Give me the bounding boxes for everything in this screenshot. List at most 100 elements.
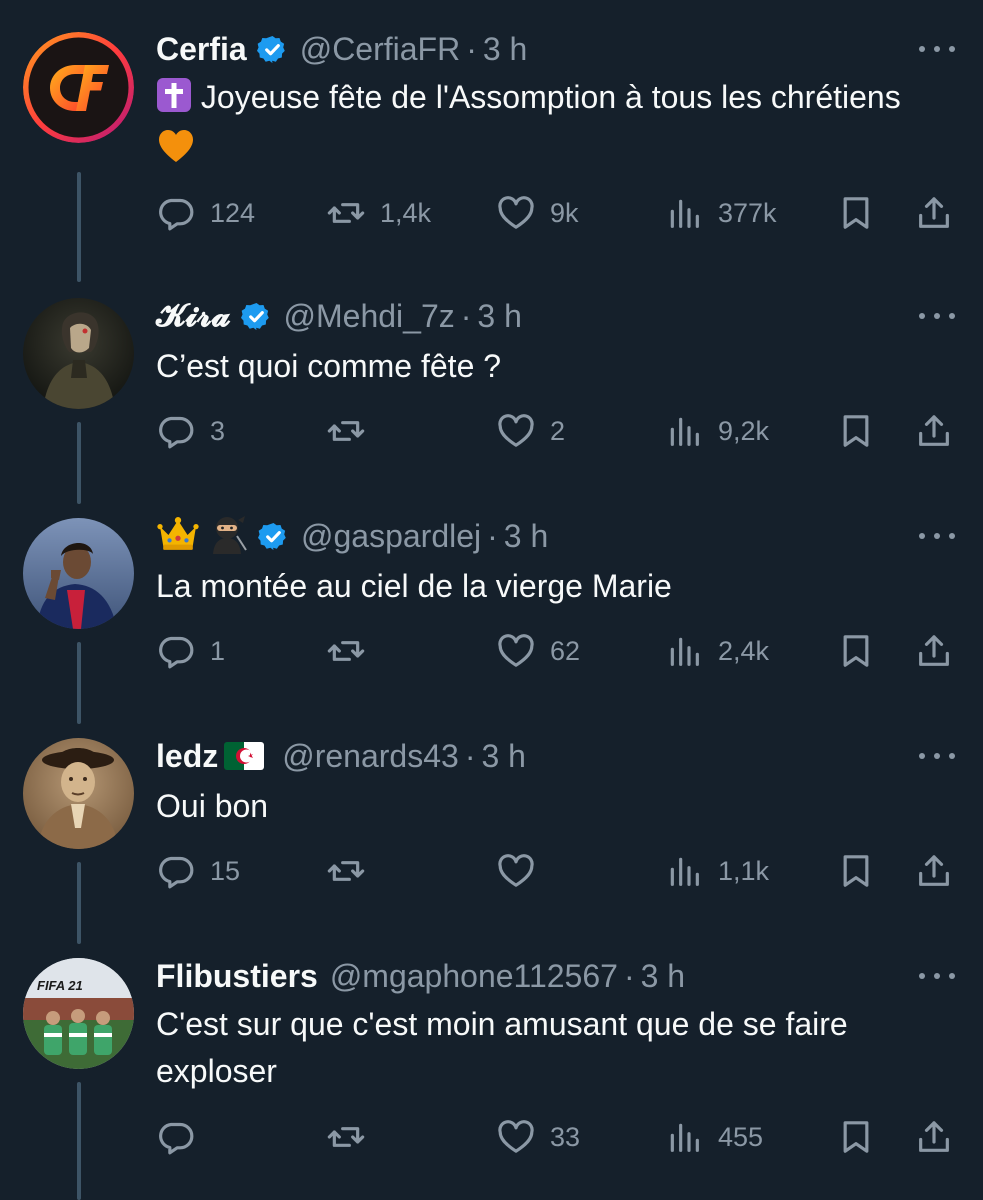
avatar-overlay-text: FIFA 21 xyxy=(37,978,83,993)
reply-button[interactable]: 1 xyxy=(156,631,225,671)
heart-icon xyxy=(498,634,534,667)
handle[interactable]: @gaspardlej xyxy=(301,518,481,555)
tweet-actions: 124 1,4k 9k 377k xyxy=(156,193,956,233)
like-count: 62 xyxy=(550,635,581,666)
tweet-actions: 15 1,1k xyxy=(156,851,956,891)
anime-character-avatar xyxy=(23,298,134,409)
tweet[interactable]: FIFA 21 Flibustiers @mgaphone112567 · 3 … xyxy=(0,953,983,1183)
views-button[interactable]: 9,2k xyxy=(664,411,769,451)
reply-count: 15 xyxy=(210,855,241,886)
tweet-text-content: C'est sur que c'est moin amusant que de … xyxy=(156,1006,848,1089)
share-icon xyxy=(919,197,949,228)
more-options-icon[interactable] xyxy=(919,34,955,64)
verified-badge-icon xyxy=(258,521,289,552)
more-options-icon[interactable] xyxy=(919,521,955,551)
tweet[interactable]: ledz @renards43 · 3 h Oui bon 15 1,1k xyxy=(0,733,983,913)
share-button[interactable] xyxy=(914,851,954,891)
tweet-text: Oui bon xyxy=(156,783,926,830)
views-button[interactable]: 1,1k xyxy=(664,851,769,891)
latin-cross-emoji xyxy=(156,77,192,126)
retweet-button[interactable] xyxy=(326,411,380,451)
heart-icon xyxy=(498,196,534,229)
like-button[interactable]: 9k xyxy=(496,193,579,233)
views-button[interactable]: 377k xyxy=(664,193,777,233)
analytics-icon xyxy=(670,637,699,666)
view-count: 1,1k xyxy=(718,855,770,886)
avatar[interactable] xyxy=(23,298,134,409)
reply-button[interactable]: 15 xyxy=(156,851,240,891)
like-button[interactable]: 2 xyxy=(496,411,565,451)
like-button[interactable]: 62 xyxy=(496,631,580,671)
share-icon xyxy=(919,415,949,446)
separator-dot: · xyxy=(466,30,477,67)
reply-button[interactable]: 3 xyxy=(156,411,225,451)
display-name[interactable]: 𝓚𝓲𝓻𝓪 xyxy=(156,297,231,335)
tweet-text-content: La montée au ciel de la vierge Marie xyxy=(156,568,672,604)
tweet-text-content: Joyeuse fête de l'Assomption à tous les … xyxy=(200,79,901,115)
view-count: 2,4k xyxy=(718,635,770,666)
share-button[interactable] xyxy=(914,1117,954,1157)
ninja-emoji xyxy=(206,514,248,559)
bookmark-button[interactable] xyxy=(836,631,876,671)
retweet-icon xyxy=(327,1127,365,1147)
retweet-icon xyxy=(327,421,365,441)
reply-button[interactable] xyxy=(156,1117,210,1157)
timestamp[interactable]: 3 h xyxy=(641,958,685,995)
like-count: 33 xyxy=(550,1121,581,1152)
tweet[interactable]: @gaspardlej · 3 h La montée au ciel de l… xyxy=(0,513,983,693)
separator-dot: · xyxy=(460,297,472,334)
views-button[interactable]: 2,4k xyxy=(664,631,769,671)
avatar[interactable] xyxy=(23,32,134,143)
tweet-text: La montée au ciel de la vierge Marie xyxy=(156,563,926,610)
analytics-icon xyxy=(670,417,699,446)
reply-icon xyxy=(159,1122,194,1155)
timestamp[interactable]: 3 h xyxy=(504,518,548,555)
views-button[interactable]: 455 xyxy=(664,1117,763,1157)
like-button[interactable] xyxy=(496,851,550,891)
like-count: 2 xyxy=(550,415,566,446)
retweet-icon xyxy=(327,641,365,661)
bookmark-button[interactable] xyxy=(836,851,876,891)
reply-button[interactable]: 124 xyxy=(156,193,255,233)
verified-badge-icon xyxy=(256,34,288,65)
avatar[interactable] xyxy=(23,738,134,849)
share-button[interactable] xyxy=(914,411,954,451)
reply-icon xyxy=(159,636,194,669)
more-options-icon[interactable] xyxy=(919,961,955,991)
handle[interactable]: @Mehdi_7z xyxy=(284,298,455,335)
tweet-header: 𝓚𝓲𝓻𝓪 @Mehdi_7z · 3 h xyxy=(156,293,522,339)
more-options-icon[interactable] xyxy=(919,301,955,331)
display-name[interactable]: ledz xyxy=(156,738,218,775)
bookmark-button[interactable] xyxy=(836,193,876,233)
handle[interactable]: @CerfiaFR xyxy=(300,31,461,68)
display-name[interactable]: Cerfia xyxy=(156,31,247,68)
timestamp[interactable]: 3 h xyxy=(477,298,521,335)
retweet-button[interactable] xyxy=(326,851,380,891)
timestamp[interactable]: 3 h xyxy=(481,738,525,775)
like-button[interactable]: 33 xyxy=(496,1117,580,1157)
retweet-count: 1,4k xyxy=(380,197,432,228)
handle[interactable]: @renards43 xyxy=(282,738,459,775)
retweet-button[interactable]: 1,4k xyxy=(326,193,431,233)
tweet[interactable]: 𝓚𝓲𝓻𝓪 @Mehdi_7z · 3 h C’est quoi comme fê… xyxy=(0,293,983,473)
avatar[interactable]: FIFA 21 xyxy=(23,958,134,1069)
crown-emoji xyxy=(156,516,200,557)
display-name[interactable]: Flibustiers xyxy=(156,958,318,995)
retweet-button[interactable] xyxy=(326,631,380,671)
more-options-icon[interactable] xyxy=(919,741,955,771)
separator-dot: · xyxy=(464,737,476,774)
bookmark-button[interactable] xyxy=(836,1117,876,1157)
handle[interactable]: @mgaphone112567 xyxy=(330,958,618,995)
bookmark-button[interactable] xyxy=(836,411,876,451)
share-button[interactable] xyxy=(914,631,954,671)
reply-count: 3 xyxy=(210,415,226,446)
football-player-avatar xyxy=(23,518,134,629)
retweet-button[interactable] xyxy=(326,1117,380,1157)
tweet[interactable]: Cerfia @CerfiaFR · 3 h Joyeuse fête de l… xyxy=(0,26,983,246)
share-button[interactable] xyxy=(914,193,954,233)
cerfia-logo xyxy=(23,32,134,143)
tweet-text: Joyeuse fête de l'Assomption à tous les … xyxy=(156,74,926,178)
separator-dot: · xyxy=(487,517,498,554)
avatar[interactable] xyxy=(23,518,134,629)
timestamp[interactable]: 3 h xyxy=(483,31,527,68)
